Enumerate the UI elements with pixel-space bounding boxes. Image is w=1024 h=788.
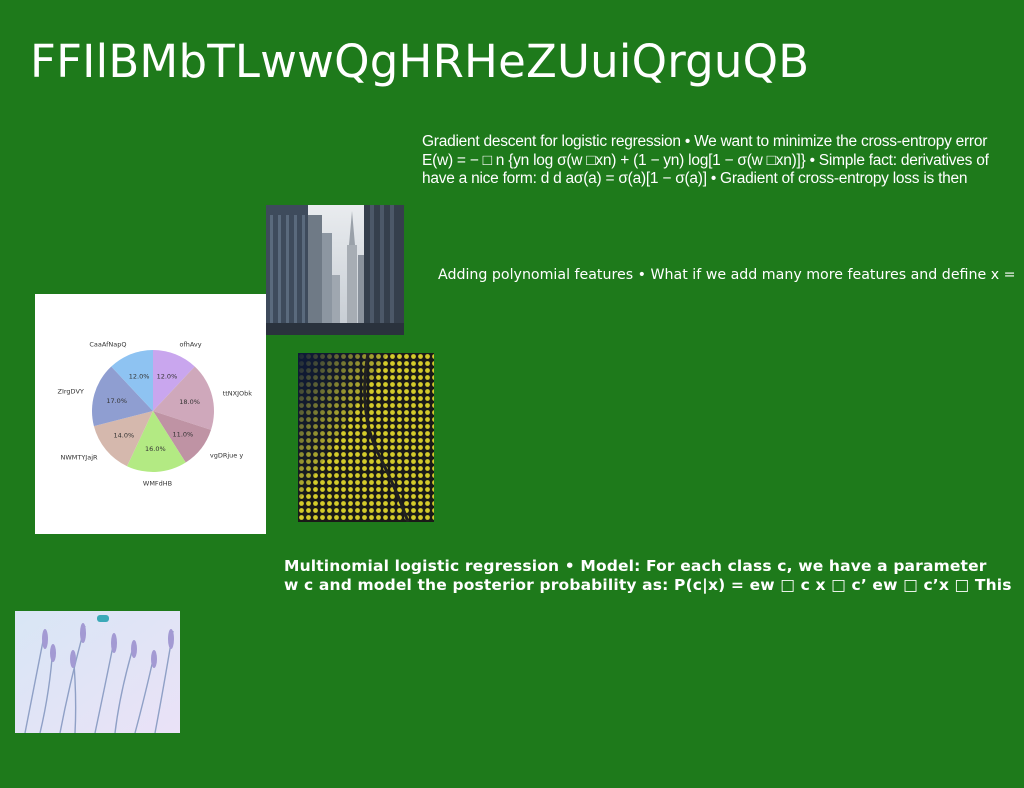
mosaic-photo <box>298 353 434 522</box>
pie-pct-label: 17.0% <box>106 397 127 405</box>
pie-category-label: vgDRjue y <box>210 452 243 460</box>
multinomial-regression-text: Multinomial logistic regression • Model:… <box>284 557 1024 594</box>
pie-pct-label: 16.0% <box>145 445 166 453</box>
pie-category-label: CaaAfNapQ <box>89 341 126 349</box>
pie-chart: 12.0% ofhAvy 18.0% ttNXJObk 11.0% vgDRjue y 16… <box>35 294 266 534</box>
pie-pct-label: 11.0% <box>173 431 194 439</box>
pie-category-label: ZIrgDVY <box>58 387 84 395</box>
pie-category-label: ttNXJObk <box>223 390 253 398</box>
pie-category-label: ofhAvy <box>179 341 201 349</box>
pie-pct-label: 12.0% <box>157 372 178 380</box>
pie-pct-label: 12.0% <box>129 372 150 380</box>
text-line: have a nice form: d d aσ(a) = σ(a)[1 − σ… <box>422 170 968 187</box>
text-line: w c and model the posterior probability … <box>284 575 1012 594</box>
slide-title: FFIlBMbTLwwQgHRHeZUuiQrguQB <box>30 35 810 88</box>
gradient-descent-text: Gradient descent for logistic regression… <box>422 133 1024 191</box>
text-line: Multinomial logistic regression • Model:… <box>284 557 987 575</box>
city-photo <box>266 205 404 335</box>
pie-category-label: WMFdHB <box>143 479 172 487</box>
pie-pct-label: 14.0% <box>114 432 135 440</box>
pie-category-label: NWMTYJajR <box>60 453 98 461</box>
lavender-photo <box>15 611 180 733</box>
polynomial-features-text: Adding polynomial features • What if we … <box>438 265 1024 285</box>
text-line: E(w) = − □ n {yn log σ(w □xn) + (1 − yn)… <box>422 151 989 169</box>
text-line: Adding polynomial features • What if we … <box>438 267 1016 283</box>
pie-pct-label: 18.0% <box>179 398 200 406</box>
text-line: Gradient descent for logistic regression… <box>422 133 988 150</box>
